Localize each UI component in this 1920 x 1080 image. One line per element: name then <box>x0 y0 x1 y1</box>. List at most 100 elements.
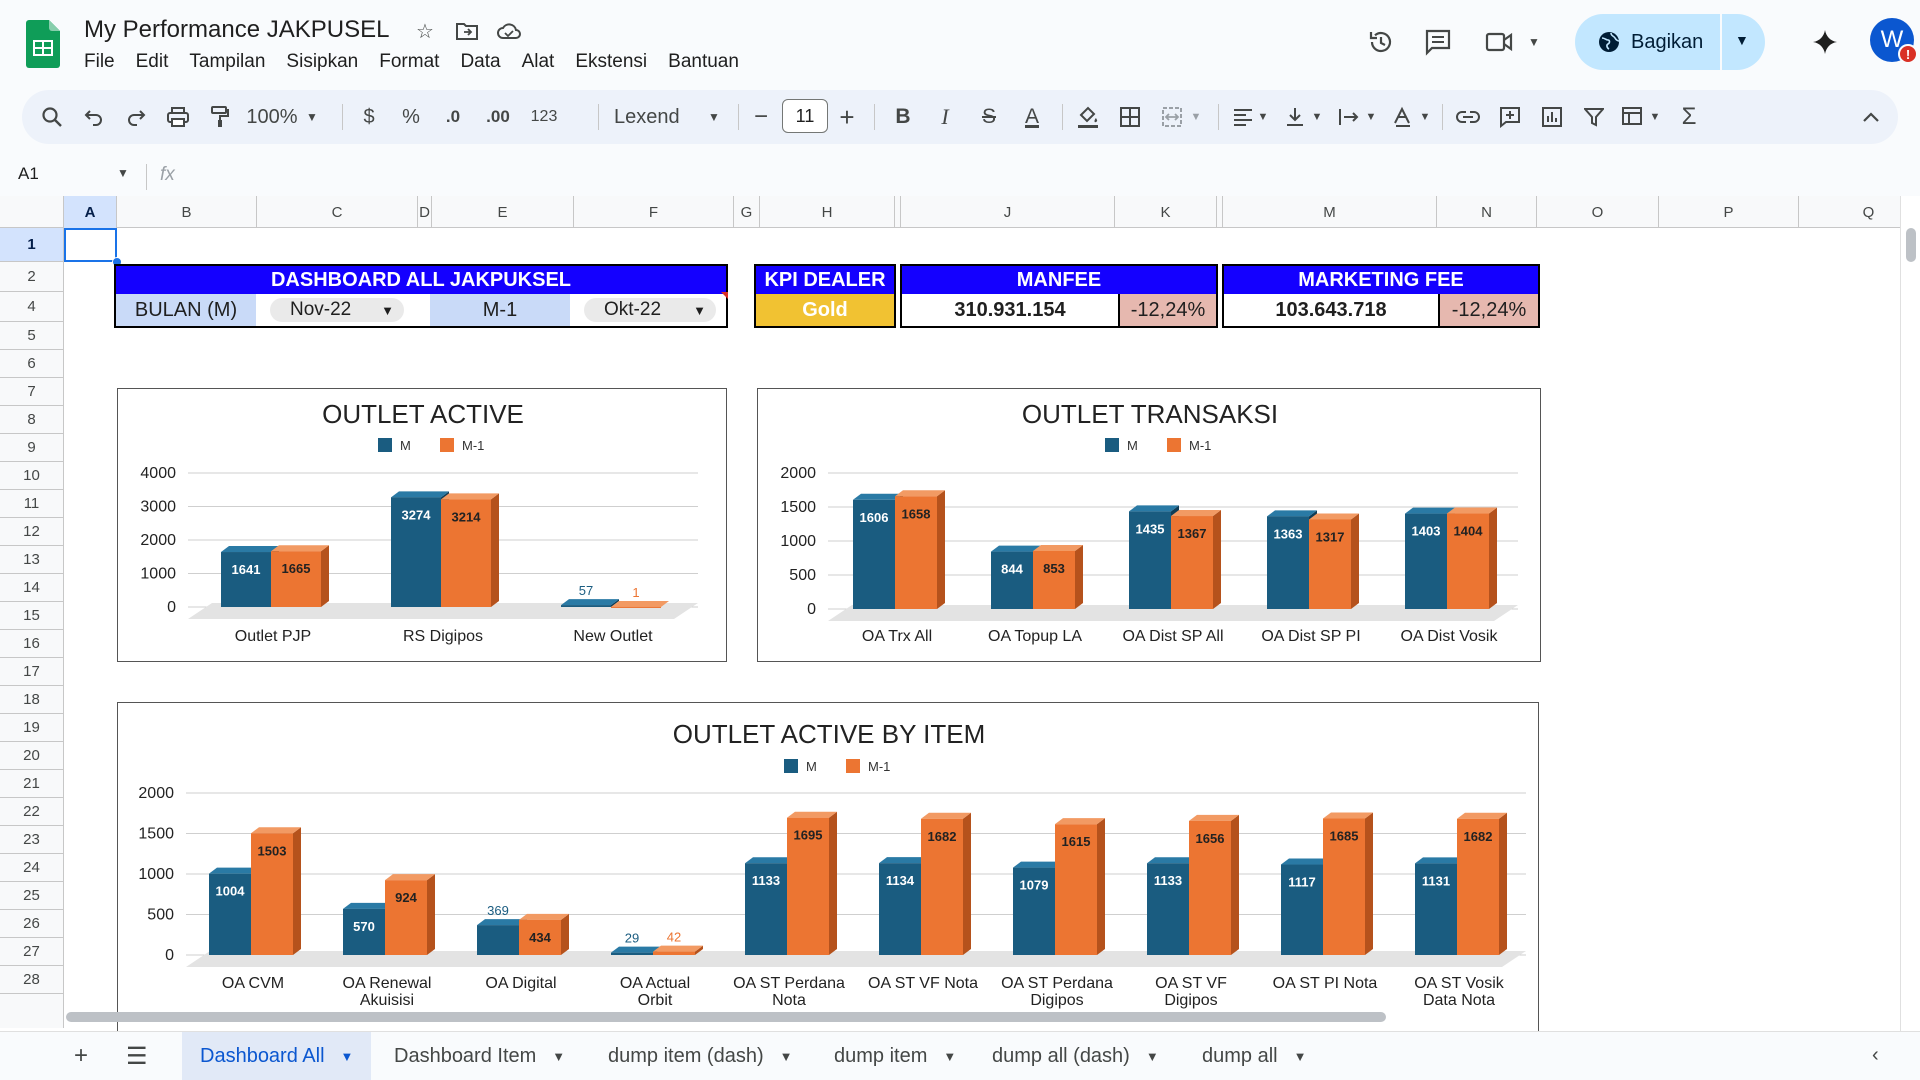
row-header[interactable]: 13 <box>0 546 63 574</box>
italic-button[interactable]: I <box>930 90 960 144</box>
m1-select[interactable]: Okt-22 ▼ <box>584 298 716 322</box>
add-sheet-icon[interactable]: + <box>74 1042 88 1070</box>
column-header[interactable]: G <box>734 196 760 228</box>
search-menus-icon[interactable] <box>36 90 68 144</box>
sheet-tab[interactable]: dump item (dash) ▼ <box>590 1032 811 1080</box>
version-history-icon[interactable] <box>1363 24 1399 60</box>
row-header[interactable]: 18 <box>0 686 63 714</box>
sheet-grid[interactable]: ABCDEFGHJKMNOPQ 1 2 4 5 6 7 8 9 10 11 12 13 14 15 16 17… <box>0 196 1920 1031</box>
all-sheets-icon[interactable]: ☰ <box>126 1042 148 1071</box>
column-header[interactable]: E <box>432 196 574 228</box>
row-header[interactable]: 14 <box>0 574 63 602</box>
sheet-tab-chevron-icon[interactable]: ▼ <box>780 1049 793 1064</box>
name-box[interactable]: A1 <box>18 164 39 184</box>
font-select[interactable]: Lexend <box>614 90 704 144</box>
row-header[interactable]: 24 <box>0 854 63 882</box>
share-dropdown-chevron-icon[interactable]: ▼ <box>1735 32 1749 48</box>
sheet-tab-chevron-icon[interactable]: ▼ <box>1146 1049 1159 1064</box>
row-header[interactable]: 9 <box>0 434 63 462</box>
sheet-tab-chevron-icon[interactable]: ▼ <box>341 1049 354 1064</box>
gemini-sparkle-icon[interactable] <box>1807 24 1843 60</box>
column-header[interactable]: O <box>1537 196 1659 228</box>
move-folder-icon[interactable] <box>454 18 480 44</box>
print-icon[interactable] <box>162 90 194 144</box>
column-header[interactable]: H <box>760 196 895 228</box>
row-header[interactable]: 11 <box>0 490 63 518</box>
insert-comment-icon[interactable] <box>1494 90 1526 144</box>
bold-button[interactable]: B <box>888 90 918 144</box>
star-icon[interactable]: ☆ <box>412 18 438 44</box>
meet-icon[interactable] <box>1482 24 1518 60</box>
borders-icon[interactable] <box>1114 90 1146 144</box>
filter-views-icon[interactable] <box>1618 90 1648 144</box>
sheet-tab-chevron-icon[interactable]: ▼ <box>1294 1049 1307 1064</box>
sheet-tab-chevron-icon[interactable]: ▼ <box>943 1049 956 1064</box>
sheet-tab[interactable]: dump item ▼ <box>816 1032 974 1080</box>
vertical-scrollbar[interactable] <box>1900 196 1920 1031</box>
valign-chevron-icon[interactable]: ▼ <box>1310 90 1324 144</box>
text-rotation-icon[interactable] <box>1388 90 1418 144</box>
currency-format-button[interactable]: $ <box>356 90 382 144</box>
row-header[interactable]: 20 <box>0 742 63 770</box>
fill-color-icon[interactable] <box>1072 90 1104 144</box>
sheet-tab-chevron-icon[interactable]: ▼ <box>552 1049 565 1064</box>
decrease-font-size-button[interactable]: − <box>748 90 774 144</box>
chart-outlet-transaksi[interactable]: OUTLET TRANSAKSI M M-1 0 500 1000 1500 2000 1606… <box>757 388 1541 662</box>
row-header[interactable]: 17 <box>0 658 63 686</box>
text-wrapping-icon[interactable] <box>1334 90 1364 144</box>
column-header[interactable]: P <box>1659 196 1799 228</box>
column-header[interactable]: K <box>1115 196 1217 228</box>
menu-tools[interactable]: Alat <box>522 51 555 73</box>
insert-chart-icon[interactable] <box>1536 90 1568 144</box>
column-header[interactable]: A <box>64 196 117 228</box>
decrease-decimal-button[interactable]: .0 <box>436 90 470 144</box>
row-header[interactable]: 23 <box>0 826 63 854</box>
filter-icon[interactable] <box>1578 90 1610 144</box>
sheet-tab[interactable]: Dashboard Item ▼ <box>376 1032 583 1080</box>
insert-link-icon[interactable] <box>1452 90 1484 144</box>
row-header[interactable]: 15 <box>0 602 63 630</box>
chart-outlet-active[interactable]: OUTLET ACTIVE M M-1 0 1000 2000 3000 4000 1641 16… <box>117 388 727 662</box>
zoom-chevron-icon[interactable]: ▼ <box>302 90 322 144</box>
font-chevron-icon[interactable]: ▼ <box>704 90 724 144</box>
functions-button[interactable]: Σ <box>1674 90 1704 144</box>
row-header[interactable]: 26 <box>0 910 63 938</box>
strikethrough-button[interactable]: S <box>974 90 1004 144</box>
sheet-tab[interactable]: dump all ▼ <box>1184 1032 1324 1080</box>
merge-chevron-icon[interactable]: ▼ <box>1188 90 1204 144</box>
column-header[interactable]: B <box>117 196 257 228</box>
row-header[interactable]: 1 <box>0 228 63 262</box>
increase-decimal-button[interactable]: .00 <box>478 90 518 144</box>
chart-outlet-active-by-item[interactable]: OUTLET ACTIVE BY ITEM M M-1 0 500 1000 1500 200… <box>117 702 1539 1031</box>
document-title[interactable]: My Performance JAKPUSEL <box>84 16 389 44</box>
row-header[interactable]: 21 <box>0 770 63 798</box>
row-header[interactable]: 27 <box>0 938 63 966</box>
row-header[interactable]: 19 <box>0 714 63 742</box>
row-header[interactable]: 22 <box>0 798 63 826</box>
bulan-select[interactable]: Nov-22 ▼ <box>270 298 404 322</box>
increase-font-size-button[interactable]: + <box>834 90 860 144</box>
menu-view[interactable]: Tampilan <box>189 51 265 73</box>
vertical-align-icon[interactable] <box>1280 90 1310 144</box>
filter-views-chevron-icon[interactable]: ▼ <box>1648 90 1662 144</box>
column-header[interactable]: J <box>901 196 1115 228</box>
merge-cells-icon[interactable] <box>1156 90 1188 144</box>
percent-format-button[interactable]: % <box>398 90 424 144</box>
undo-icon[interactable] <box>78 90 110 144</box>
column-header[interactable]: N <box>1437 196 1537 228</box>
more-formats-button[interactable]: 123 <box>526 90 562 144</box>
column-header[interactable]: M <box>1223 196 1437 228</box>
menu-format[interactable]: Format <box>379 51 439 73</box>
column-header[interactable]: D <box>418 196 432 228</box>
menu-edit[interactable]: Edit <box>136 51 169 73</box>
cloud-status-icon[interactable] <box>496 18 522 44</box>
row-header[interactable]: 5 <box>0 322 63 350</box>
menu-extensions[interactable]: Ekstensi <box>575 51 647 73</box>
column-header[interactable]: F <box>574 196 734 228</box>
comments-icon[interactable] <box>1420 24 1456 60</box>
sheet-tab[interactable]: dump all (dash) ▼ <box>974 1032 1177 1080</box>
tabs-scroll-left-icon[interactable]: ‹ <box>1872 1044 1879 1067</box>
name-box-chevron-icon[interactable]: ▼ <box>117 166 129 180</box>
selected-cell[interactable] <box>64 228 117 262</box>
meet-dropdown-chevron-icon[interactable]: ▼ <box>1516 24 1552 60</box>
